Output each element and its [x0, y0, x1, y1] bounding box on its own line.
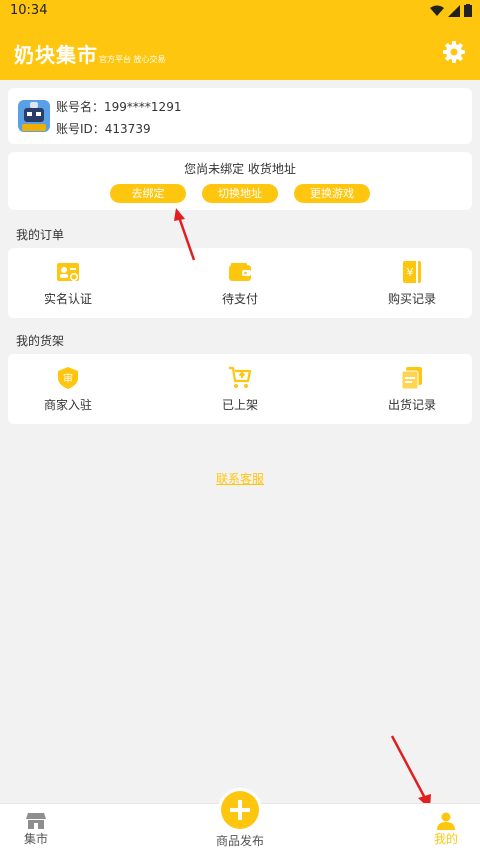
id-card-icon [57, 263, 79, 281]
order-item-label: 待支付 [221, 292, 258, 306]
change-game-button[interactable]: 更换游戏 [294, 184, 370, 203]
tab-label: 商品发布 [215, 834, 264, 848]
shelf-item-listed[interactable]: 已上架 [180, 354, 300, 424]
orders-card: 实名认证 待支付 ¥ 购买记录 [8, 248, 472, 318]
wifi-icon [430, 5, 444, 16]
cart-icon [229, 366, 252, 388]
shelf-card: 审 商家入驻 已上架 出货记录 [8, 354, 472, 424]
order-item-real-name[interactable]: 实名认证 [8, 248, 128, 318]
address-binding-card: 您尚未绑定 收货地址 去绑定 切换地址 更换游戏 [8, 152, 472, 210]
tab-publish[interactable]: 商品发布 [200, 832, 280, 849]
wallet-icon [229, 263, 251, 281]
order-item-label: 实名认证 [43, 292, 92, 306]
tab-label: 集市 [23, 832, 48, 846]
account-name-label: 账号名： [56, 100, 105, 114]
market-icon [26, 813, 46, 829]
app-title: 奶块集市 [14, 43, 98, 67]
user-icon [437, 812, 455, 830]
shelf-item-shipment-record[interactable]: 出货记录 [352, 354, 472, 424]
account-id-row: 账号ID：413739 [56, 120, 151, 137]
shelf-section-title: 我的货架 [16, 334, 65, 348]
tab-mine[interactable]: 我的 [424, 812, 468, 847]
battery-icon [464, 4, 472, 17]
tab-label: 我的 [433, 832, 458, 846]
signal-icon [448, 4, 460, 17]
status-icons [430, 4, 472, 17]
shelf-item-label: 已上架 [221, 398, 258, 412]
app-subtitle: 官方平台 放心交易 [99, 55, 166, 64]
merchant-shield-icon: 审 [58, 367, 78, 389]
tab-market[interactable]: 集市 [14, 812, 58, 847]
contact-support-link[interactable]: 联系客服 [0, 470, 480, 487]
status-time: 10:34 [10, 3, 48, 18]
binding-message: 您尚未绑定 收货地址 [184, 162, 296, 176]
publish-button[interactable] [221, 791, 259, 829]
gear-icon[interactable] [442, 40, 466, 64]
svg-text:¥: ¥ [407, 266, 414, 279]
order-item-label: 购买记录 [387, 292, 436, 306]
shelf-item-label: 商家入驻 [43, 398, 92, 412]
status-bar: 10:34 [0, 0, 480, 22]
annotation-arrow-mine [390, 735, 431, 809]
switch-address-button[interactable]: 切换地址 [202, 184, 278, 203]
app-header: 奶块集市 官方平台 放心交易 [0, 22, 480, 80]
account-id-label: 账号ID： [56, 122, 105, 136]
account-card[interactable]: 账号名：199****1291 账号ID：413739 [8, 88, 472, 144]
account-id-value: 413739 [104, 122, 151, 136]
annotation-arrow-bind [174, 208, 196, 261]
shipment-record-icon [401, 367, 422, 390]
svg-text:审: 审 [63, 372, 73, 385]
avatar [18, 100, 50, 132]
bind-address-button[interactable]: 去绑定 [110, 184, 186, 203]
order-item-purchase-record[interactable]: ¥ 购买记录 [352, 248, 472, 318]
shelf-item-merchant-join[interactable]: 审 商家入驻 [8, 354, 128, 424]
purchase-record-icon: ¥ [403, 261, 421, 283]
orders-section-title: 我的订单 [16, 228, 65, 242]
shelf-item-label: 出货记录 [387, 398, 436, 412]
account-name-row: 账号名：199****1291 [56, 98, 181, 115]
account-name-value: 199****1291 [104, 100, 182, 114]
plus-icon [230, 800, 250, 820]
